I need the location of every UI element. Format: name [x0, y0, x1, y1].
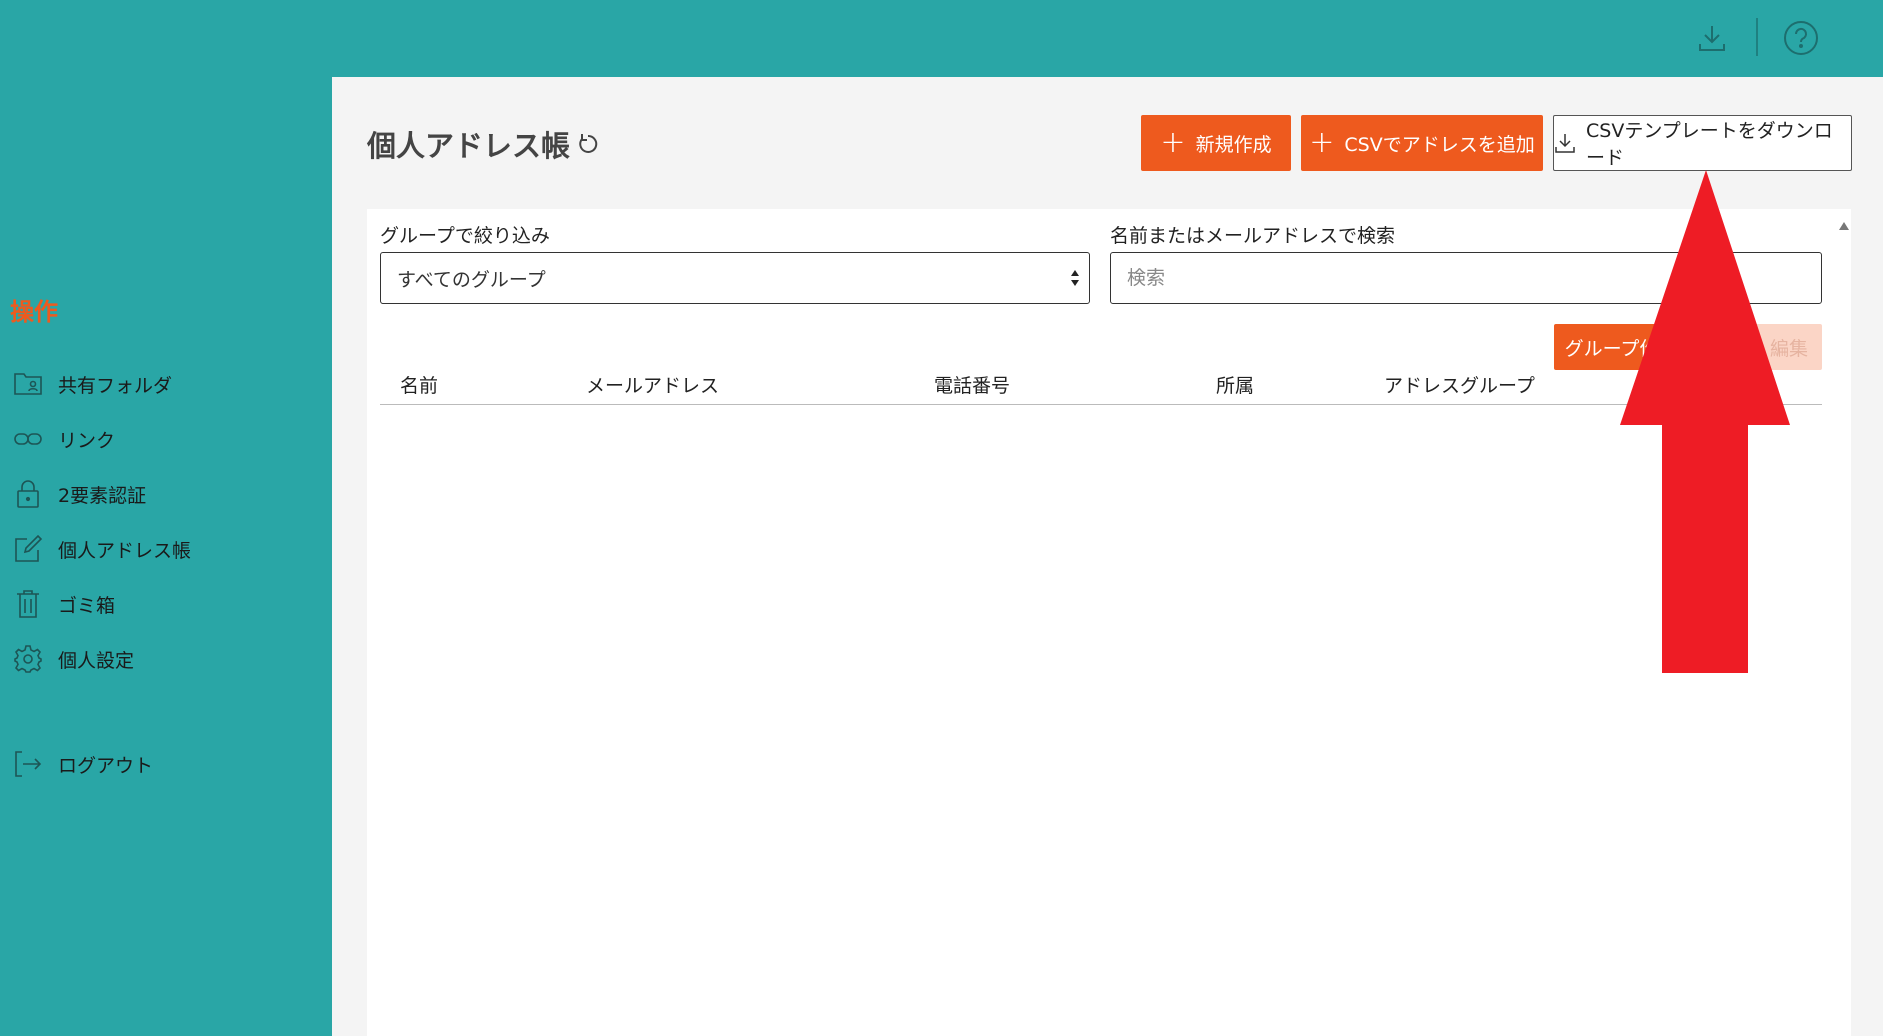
csv-add-button[interactable]: + CSVでアドレスを追加 [1301, 115, 1543, 171]
group-filter-select[interactable]: すべてのグループ [380, 252, 1090, 304]
sidebar-item-settings[interactable]: 個人設定 [12, 639, 312, 679]
sidebar-item-label: リンク [58, 429, 116, 452]
scroll-up-arrow[interactable] [1837, 217, 1851, 236]
edit-icon [12, 533, 44, 565]
column-header-affiliation[interactable]: 所属 [1216, 371, 1254, 398]
sidebar-item-2fa[interactable]: 2要素認証 [12, 474, 312, 514]
top-bar [0, 0, 1883, 77]
toolbar-divider [1756, 18, 1758, 56]
column-header-phone[interactable]: 電話番号 [934, 371, 1010, 398]
new-contact-button-label: 新規作成 [1195, 133, 1272, 156]
sidebar-item-label: 共有フォルダ [58, 374, 173, 397]
csv-add-button-label: CSVでアドレスを追加 [1344, 133, 1535, 156]
sidebar-item-link[interactable]: リンク [12, 419, 312, 459]
sidebar-item-logout[interactable]: ログアウト [12, 744, 312, 784]
column-header-email[interactable]: メールアドレス [586, 371, 719, 398]
lock-icon [12, 478, 44, 510]
search-label: 名前またはメールアドレスで検索 [1110, 225, 1396, 247]
plus-icon: + [1160, 125, 1186, 160]
group-filter-value: すべてのグループ [397, 268, 546, 291]
annotation-arrow [1618, 170, 1798, 679]
group-filter-label: グループで絞り込み [380, 225, 550, 247]
plus-icon: + [1309, 125, 1335, 160]
csv-template-download-button[interactable]: CSVテンプレートをダウンロード [1553, 115, 1852, 171]
sidebar-item-trash[interactable]: ゴミ箱 [12, 584, 312, 624]
folder-user-icon [12, 368, 44, 400]
column-header-address-group[interactable]: アドレスグループ [1384, 371, 1535, 398]
sidebar-item-label: ゴミ箱 [58, 594, 116, 617]
sidebar-item-label: 個人設定 [58, 649, 135, 672]
sidebar-item-label: 個人アドレス帳 [58, 539, 192, 562]
select-arrows-icon [1069, 266, 1081, 295]
page-title: 個人アドレス帳 [367, 123, 602, 165]
gear-icon [12, 643, 44, 675]
sidebar-item-label: ログアウト [58, 754, 154, 777]
logout-icon [12, 748, 44, 780]
page-title-text: 個人アドレス帳 [367, 129, 571, 163]
help-circle-icon[interactable] [1781, 18, 1821, 58]
table-header: 名前 メールアドレス 電話番号 所属 アドレスグループ [380, 365, 1822, 405]
sidebar: 操作 共有フォルダ リンク 2要素認証 個人アドレス帳 ゴミ箱 個人設定 ログア… [0, 77, 332, 1036]
column-header-name[interactable]: 名前 [400, 371, 438, 398]
download-icon[interactable] [1692, 18, 1732, 58]
trash-icon [12, 588, 44, 620]
new-contact-button[interactable]: + 新規作成 [1141, 115, 1291, 171]
sidebar-item-label: 2要素認証 [58, 484, 147, 507]
refresh-icon[interactable] [574, 130, 602, 158]
sidebar-item-shared-folder[interactable]: 共有フォルダ [12, 364, 312, 404]
sidebar-heading: 操作 [10, 298, 58, 326]
csv-template-download-button-label: CSVテンプレートをダウンロード [1586, 120, 1833, 169]
sidebar-item-address-book[interactable]: 個人アドレス帳 [12, 529, 312, 569]
link-icon [12, 423, 44, 455]
download-icon [1554, 132, 1576, 154]
